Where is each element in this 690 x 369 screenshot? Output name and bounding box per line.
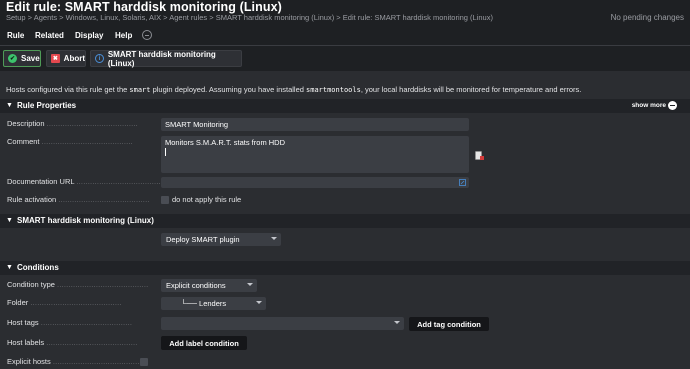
menu-display[interactable]: Display	[75, 31, 103, 40]
collapse-triangle-icon: ▼	[6, 102, 13, 109]
show-more-link[interactable]: show more	[632, 102, 666, 109]
description-input[interactable]: SMART Monitoring	[161, 118, 469, 131]
save-button-label: Save	[21, 54, 40, 63]
comment-label: Comment ................................…	[7, 137, 133, 146]
pending-changes-status[interactable]: No pending changes	[611, 13, 684, 22]
page-title: Edit rule: SMART harddisk monitoring (Li…	[6, 0, 282, 14]
host-tags-select[interactable]	[161, 317, 404, 330]
chevron-down-icon	[256, 301, 262, 304]
rule-properties-title: Rule Properties	[17, 101, 77, 110]
chevron-down-icon	[394, 321, 400, 324]
show-more-icon[interactable]	[668, 101, 677, 110]
menu-bar: Rule Related Display Help	[0, 27, 690, 45]
collapse-triangle-icon: ▼	[6, 264, 13, 271]
smart-section-header[interactable]: ▼ SMART harddisk monitoring (Linux)	[0, 214, 690, 228]
explicit-hosts-label: Explicit hosts .........................…	[7, 357, 145, 366]
page-header: Edit rule: SMART harddisk monitoring (Li…	[0, 0, 690, 27]
smart-section-title: SMART harddisk monitoring (Linux)	[17, 216, 154, 225]
documentation-url-label: Documentation URL ......................…	[7, 177, 168, 186]
folder-label: Folder .................................…	[7, 298, 122, 307]
condition-type-select[interactable]: Explicit conditions	[161, 279, 257, 292]
host-labels-label: Host labels ............................…	[7, 338, 138, 347]
open-link-icon[interactable]	[459, 179, 466, 186]
folder-value: └── Lenders	[181, 299, 227, 308]
menu-help[interactable]: Help	[115, 31, 132, 40]
deploy-plugin-value: Deploy SMART plugin	[166, 235, 240, 244]
ruleset-info-label: SMART harddisk monitoring (Linux)	[107, 49, 216, 68]
add-label-condition-button[interactable]: Add label condition	[161, 336, 247, 350]
menu-related[interactable]: Related	[35, 31, 64, 40]
chevron-down-icon	[247, 283, 253, 286]
breadcrumb[interactable]: Setup > Agents > Windows, Linux, Solaris…	[6, 13, 493, 22]
collapse-triangle-icon: ▼	[6, 217, 13, 224]
folder-select[interactable]: └── Lenders	[161, 297, 266, 310]
condition-type-value: Explicit conditions	[166, 281, 226, 290]
package-name: smartmontools	[306, 86, 361, 94]
plugin-name: smart	[129, 86, 151, 94]
comment-textarea[interactable]: Monitors S.M.A.R.T. stats from HDD	[161, 136, 469, 173]
add-timestamp-icon[interactable]	[475, 151, 484, 161]
conditions-title: Conditions	[17, 263, 59, 272]
host-tags-label: Host tags ..............................…	[7, 318, 133, 327]
ruleset-info-button[interactable]: i SMART harddisk monitoring (Linux)	[90, 49, 242, 68]
abort-icon: ✖	[51, 54, 60, 63]
documentation-url-input[interactable]	[161, 177, 469, 188]
add-tag-condition-button[interactable]: Add tag condition	[409, 317, 489, 331]
collapse-menu-icon[interactable]	[142, 30, 152, 40]
menu-rule[interactable]: Rule	[7, 31, 24, 40]
rule-properties-header[interactable]: ▼ Rule Properties show more	[0, 99, 690, 113]
explicit-hosts-checkbox[interactable]	[140, 358, 148, 366]
condition-type-label: Condition type .........................…	[7, 280, 149, 289]
conditions-header[interactable]: ▼ Conditions	[0, 261, 690, 275]
deploy-plugin-select[interactable]: Deploy SMART plugin	[161, 233, 281, 246]
disable-rule-checkbox-label[interactable]: do not apply this rule	[172, 195, 241, 204]
save-button[interactable]: ✔ Save	[3, 50, 41, 67]
toolbar: ✔ Save ✖ Abort i SMART harddisk monitori…	[0, 45, 690, 71]
text-cursor	[165, 148, 166, 156]
rule-activation-label: Rule activation ........................…	[7, 195, 150, 204]
ruleset-description: Hosts configured via this rule get the s…	[6, 85, 582, 94]
abort-button-label: Abort	[63, 54, 85, 63]
disable-rule-checkbox[interactable]	[161, 196, 169, 204]
chevron-down-icon	[271, 237, 277, 240]
comment-text: Monitors S.M.A.R.T. stats from HDD	[165, 138, 286, 147]
description-label: Description ............................…	[7, 119, 138, 128]
abort-button[interactable]: ✖ Abort	[46, 50, 86, 67]
info-icon: i	[95, 54, 104, 63]
checkmark-icon: ✔	[8, 54, 17, 63]
